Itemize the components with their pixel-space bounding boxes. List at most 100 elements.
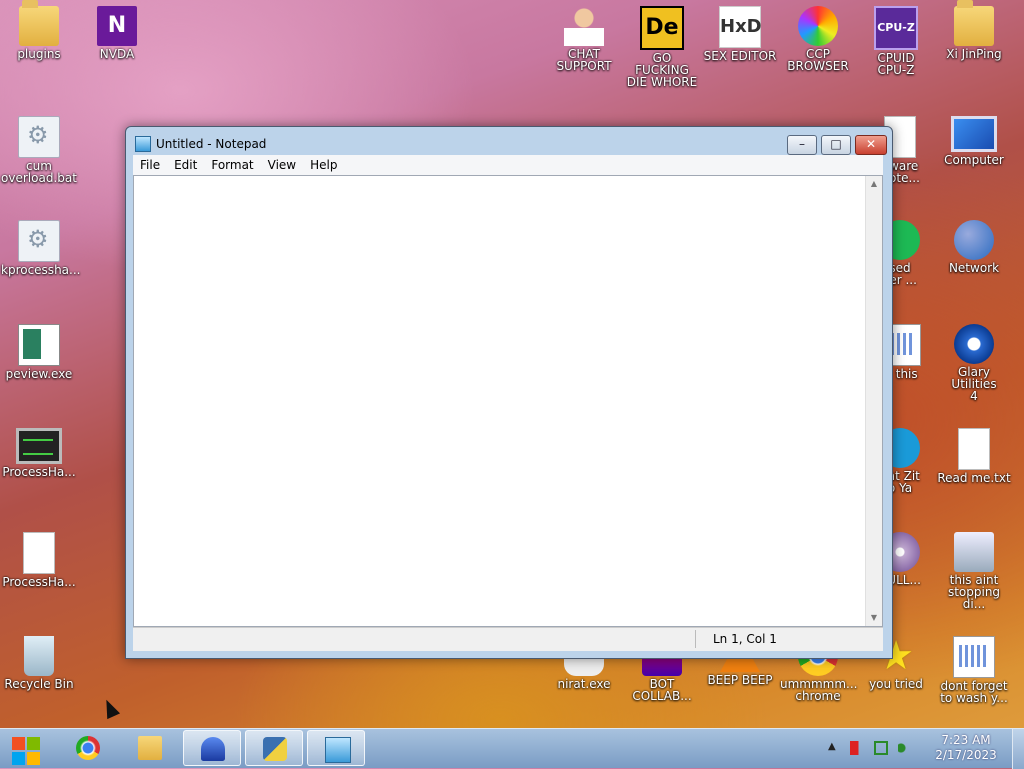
menu-help[interactable]: Help: [303, 155, 344, 175]
taskbar: ▲ 7:23 AM 2/17/2023: [0, 728, 1024, 769]
desktop-icon-label: Network: [948, 261, 1000, 275]
desktop-icon-label: BOT COLLAB...: [632, 677, 692, 703]
desktop-icon-cum-overload[interactable]: cum overload.bat: [1, 110, 77, 184]
vertical-scrollbar[interactable]: ▲ ▼: [865, 176, 882, 626]
desktop-icon-label: cum overload.bat: [1, 159, 77, 185]
desktop-icon-label: CPUID CPU-Z: [877, 51, 915, 77]
desktop-icon-dont-forget[interactable]: dont forget to wash y...: [936, 630, 1012, 704]
chrome-icon: [76, 736, 100, 760]
status-divider: [695, 630, 696, 648]
desktop-icon-glary-utilities[interactable]: Glary Utilities 4: [936, 318, 1012, 402]
user-folder-icon: [954, 0, 994, 46]
menu-view[interactable]: View: [261, 155, 303, 175]
desktop-icon-label: plugins: [17, 47, 61, 61]
desktop-icon-label: nirat.exe: [557, 677, 611, 691]
calendar-file-icon: [953, 636, 995, 678]
system-clock[interactable]: 7:23 AM 2/17/2023: [928, 733, 1004, 763]
maximize-button[interactable]: □: [821, 135, 851, 155]
desktop-icon-processhacker[interactable]: ProcessHa...: [1, 422, 77, 478]
desktop-icon-recycle-bin[interactable]: Recycle Bin: [1, 630, 77, 690]
desktop-icon-plugins[interactable]: plugins: [1, 0, 77, 60]
clock-time: 7:23 AM: [941, 733, 991, 747]
windows-logo-icon: [27, 737, 40, 750]
tray-overflow-icon[interactable]: ▲: [828, 741, 836, 752]
desktop-icon-label: Xi JinPing: [946, 47, 1002, 61]
text-editor[interactable]: ▲ ▼: [133, 175, 883, 627]
menu-edit[interactable]: Edit: [167, 155, 204, 175]
desktop-icon-read-me[interactable]: Read me.txt: [936, 422, 1012, 484]
windows-logo-icon: [12, 752, 25, 765]
desktop-icon-label: peview.exe: [5, 367, 73, 381]
minimize-button[interactable]: –: [787, 135, 817, 155]
desktop-icon-label: you tried: [869, 677, 923, 691]
desktop-icon-label: ummmmm... chrome: [780, 677, 858, 703]
batch-file-icon: [18, 116, 60, 158]
notepad-icon: [325, 737, 351, 763]
desktop-icon-network[interactable]: Network: [936, 214, 1012, 274]
windows-logo-icon: [12, 737, 25, 750]
desktop-icon-chat-support[interactable]: CHAT SUPPORT: [546, 0, 622, 72]
desktop-icon-label: GO FUCKING DIE WHORE: [626, 51, 698, 89]
taskbar-notepad[interactable]: [307, 730, 365, 766]
windows-logo-icon: [27, 752, 40, 765]
desktop: plugins N NVDA cum overload.bat kprocess…: [0, 0, 1024, 728]
desktop-icon-label: Glary Utilities 4: [951, 365, 997, 403]
batch-file-icon: [18, 220, 60, 262]
doctor-icon: [564, 6, 604, 46]
folder-icon: [19, 0, 59, 46]
desktop-icon-label: NVDA: [99, 47, 135, 61]
desktop-icon-label: ProcessHa...: [2, 575, 76, 589]
notepad-window[interactable]: Untitled - Notepad – □ ✕ File Edit Format V…: [125, 126, 893, 659]
taskbar-explorer[interactable]: [121, 730, 179, 766]
show-desktop-button[interactable]: [1012, 729, 1024, 769]
peview-icon: [18, 324, 60, 366]
nvda-icon: N: [97, 6, 137, 46]
ccp-browser-icon: [798, 6, 838, 46]
desktop-icon-cpuz[interactable]: CPU-Z CPUID CPU-Z: [858, 0, 934, 76]
menu-file[interactable]: File: [133, 155, 167, 175]
cpuz-icon: CPU-Z: [874, 6, 918, 50]
desktop-icon-label: CHAT SUPPORT: [556, 47, 612, 73]
taskbar-app-blue[interactable]: [183, 730, 241, 766]
desktop-icon-label: this aint stopping di...: [947, 573, 1001, 611]
desktop-icon-label: Computer: [944, 153, 1004, 167]
glary-icon: [954, 324, 994, 364]
desktop-icon-computer[interactable]: Computer: [936, 110, 1012, 166]
scroll-down-icon[interactable]: ▼: [866, 610, 882, 626]
clock-date: 2/17/2023: [935, 748, 997, 762]
desktop-icon-label: dont forget to wash y...: [940, 679, 1008, 705]
volume-icon[interactable]: [898, 741, 912, 755]
desktop-icon-label: Read me.txt: [937, 471, 1011, 485]
desktop-icon-hex-editor[interactable]: HxD SEX EDITOR: [702, 0, 778, 62]
desktop-icon-ccp-browser[interactable]: CCP BROWSER: [780, 0, 856, 72]
menu-format[interactable]: Format: [204, 155, 260, 175]
taskbar-chrome[interactable]: [59, 730, 117, 766]
desktop-icon-peview[interactable]: peview.exe: [1, 318, 77, 380]
notepad-icon: [135, 136, 151, 152]
desktop-icon-label: ProcessHa...: [2, 465, 76, 479]
desktop-icon-label: BEEP BEEP: [707, 673, 773, 687]
file-icon: [23, 532, 55, 574]
desktop-icon-this-aint-stopping[interactable]: this aint stopping di...: [936, 526, 1012, 610]
de-icon: De: [640, 6, 684, 50]
cursor-position: Ln 1, Col 1: [713, 632, 777, 646]
folder-icon: [138, 736, 162, 760]
desktop-icon-go-die[interactable]: De GO FUCKING DIE WHORE: [624, 0, 700, 88]
text-file-icon: [958, 428, 990, 470]
python-icon: [263, 737, 287, 761]
menu-bar: File Edit Format View Help: [133, 155, 883, 175]
desktop-icon-label: Recycle Bin: [4, 677, 74, 691]
network-icon: [954, 220, 994, 260]
hxd-icon: HxD: [719, 6, 762, 48]
action-center-flag-icon[interactable]: [850, 741, 864, 755]
wrench-icon: [954, 532, 994, 572]
scroll-up-icon[interactable]: ▲: [866, 176, 882, 192]
close-button[interactable]: ✕: [855, 135, 887, 155]
desktop-icon-nvda[interactable]: N NVDA: [79, 0, 155, 60]
start-button[interactable]: [6, 731, 46, 767]
network-tray-icon[interactable]: [874, 741, 888, 755]
desktop-icon-processhacker-file[interactable]: ProcessHa...: [1, 526, 77, 588]
desktop-icon-xi-jinping[interactable]: Xi JinPing: [936, 0, 1012, 60]
desktop-icon-kprocesshacker[interactable]: kprocessha...: [1, 214, 80, 276]
taskbar-python-installer[interactable]: [245, 730, 303, 766]
